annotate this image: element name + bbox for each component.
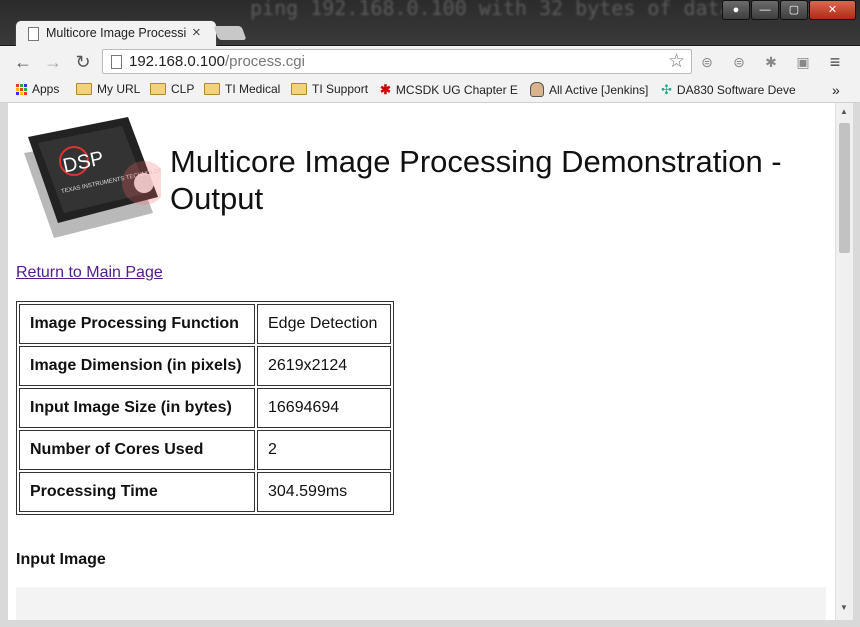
- bookmark-da830[interactable]: ✣ DA830 Software Deve: [661, 82, 796, 98]
- window-frame-bottom: [0, 620, 860, 627]
- page-icon: [28, 27, 39, 41]
- bookmark-label: My URL: [97, 82, 141, 96]
- tab-title: Multicore Image Processing: [46, 26, 186, 40]
- dsp-chip-logo: DSP TEXAS INSTRUMENTS TECHNOLOGY: [16, 113, 168, 243]
- browser-tab[interactable]: Multicore Image Processing ×: [16, 21, 216, 47]
- address-bar[interactable]: 192.168.0.100/process.cgi ☆: [102, 49, 692, 74]
- page-title: Multicore Image Processing Demonstration…: [170, 144, 782, 216]
- url-host: 192.168.0.100: [129, 53, 225, 70]
- extension-icon-4[interactable]: ▣: [794, 53, 812, 71]
- table-row: Input Image Size (in bytes) 16694694: [19, 388, 391, 428]
- page-info-icon[interactable]: [111, 55, 122, 69]
- folder-icon: [291, 83, 307, 95]
- table-key: Processing Time: [19, 472, 255, 512]
- url-text[interactable]: 192.168.0.100/process.cgi: [129, 53, 305, 70]
- bookmark-ti-support[interactable]: TI Support: [291, 82, 368, 96]
- bookmark-label: All Active [Jenkins]: [549, 82, 649, 97]
- user-profile-button[interactable]: ●: [722, 0, 750, 20]
- table-value: 16694694: [257, 388, 391, 428]
- jenkins-icon: [530, 82, 544, 97]
- pinwheel-icon: ✣: [661, 82, 672, 97]
- back-button[interactable]: ←: [12, 51, 34, 73]
- scroll-down-arrow-icon[interactable]: ▼: [840, 603, 848, 612]
- close-window-button[interactable]: ✕: [809, 0, 856, 20]
- close-tab-icon[interactable]: ×: [192, 24, 201, 41]
- navigation-toolbar: ← → ↻ 192.168.0.100/process.cgi ☆ ⊜ ⊜ ✱ …: [0, 46, 860, 78]
- bookmark-clp[interactable]: CLP: [150, 82, 194, 96]
- window-controls: ● — ▢ ✕: [722, 0, 856, 20]
- table-key: Number of Cores Used: [19, 430, 255, 470]
- bookmark-label: DA830 Software Deve: [676, 83, 796, 97]
- puzzle-extension-icon[interactable]: ✱: [762, 53, 780, 71]
- more-bookmarks-button[interactable]: »: [832, 82, 840, 98]
- vertical-scrollbar[interactable]: ▲ ▼: [835, 103, 853, 620]
- input-image-heading: Input Image: [16, 551, 106, 568]
- folder-icon: [204, 83, 220, 95]
- forward-button[interactable]: →: [42, 51, 64, 73]
- bookmark-label: CLP: [171, 82, 195, 96]
- window-frame-left: [0, 103, 8, 627]
- table-row: Number of Cores Used 2: [19, 430, 391, 470]
- title-bar: ping 192.168.0.100 with 32 bytes of data…: [0, 0, 860, 47]
- url-path: /process.cgi: [224, 53, 305, 70]
- results-table: Image Processing Function Edge Detection…: [16, 301, 394, 515]
- page-content: DSP TEXAS INSTRUMENTS TECHNOLOGY Multico…: [8, 103, 835, 620]
- bookmark-label: TI Support: [312, 82, 369, 96]
- table-row: Processing Time 304.599ms: [19, 472, 391, 512]
- input-image: [16, 587, 826, 620]
- folder-icon: [76, 83, 92, 95]
- extension-icon-1[interactable]: ⊜: [698, 53, 716, 71]
- table-value: 304.599ms: [257, 472, 391, 512]
- table-value: 2619x2124: [257, 346, 391, 386]
- table-value: 2: [257, 430, 391, 470]
- bookmark-label: TI Medical: [225, 82, 281, 96]
- ti-logo-icon: ✱: [380, 82, 391, 97]
- chrome-menu-icon[interactable]: ≡: [826, 53, 844, 71]
- window-frame-right: [852, 103, 860, 627]
- table-key: Image Dimension (in pixels): [19, 346, 255, 386]
- minimize-button[interactable]: —: [751, 0, 779, 20]
- bookmark-apps[interactable]: Apps: [16, 82, 59, 96]
- table-row: Image Dimension (in pixels) 2619x2124: [19, 346, 391, 386]
- return-to-main-link[interactable]: Return to Main Page: [16, 264, 163, 282]
- table-value: Edge Detection: [257, 304, 391, 344]
- scroll-up-arrow-icon[interactable]: ▲: [840, 107, 848, 116]
- table-row: Image Processing Function Edge Detection: [19, 304, 391, 344]
- extension-icon-2[interactable]: ⊜: [730, 53, 748, 71]
- scrollbar-thumb[interactable]: [839, 123, 850, 253]
- bookmark-star-icon[interactable]: ☆: [668, 50, 685, 73]
- maximize-button[interactable]: ▢: [780, 0, 808, 20]
- reload-button[interactable]: ↻: [72, 51, 94, 73]
- browser-window: ping 192.168.0.100 with 32 bytes of data…: [0, 0, 860, 627]
- table-key: Image Processing Function: [19, 304, 255, 344]
- bookmarks-bar: Apps My URL CLP TI Medical TI Support ✱ …: [0, 78, 860, 103]
- folder-icon: [150, 83, 166, 95]
- bookmark-label: Apps: [32, 82, 60, 96]
- bookmark-ti-medical[interactable]: TI Medical: [204, 82, 280, 96]
- bookmark-my-url[interactable]: My URL: [76, 82, 140, 96]
- bookmark-label: MCSDK UG Chapter E: [395, 83, 518, 97]
- bookmark-mcsdk[interactable]: ✱ MCSDK UG Chapter E: [380, 82, 518, 98]
- apps-icon: [16, 83, 27, 95]
- new-tab-button[interactable]: [213, 26, 247, 40]
- bookmark-jenkins[interactable]: All Active [Jenkins]: [530, 82, 648, 97]
- table-key: Input Image Size (in bytes): [19, 388, 255, 428]
